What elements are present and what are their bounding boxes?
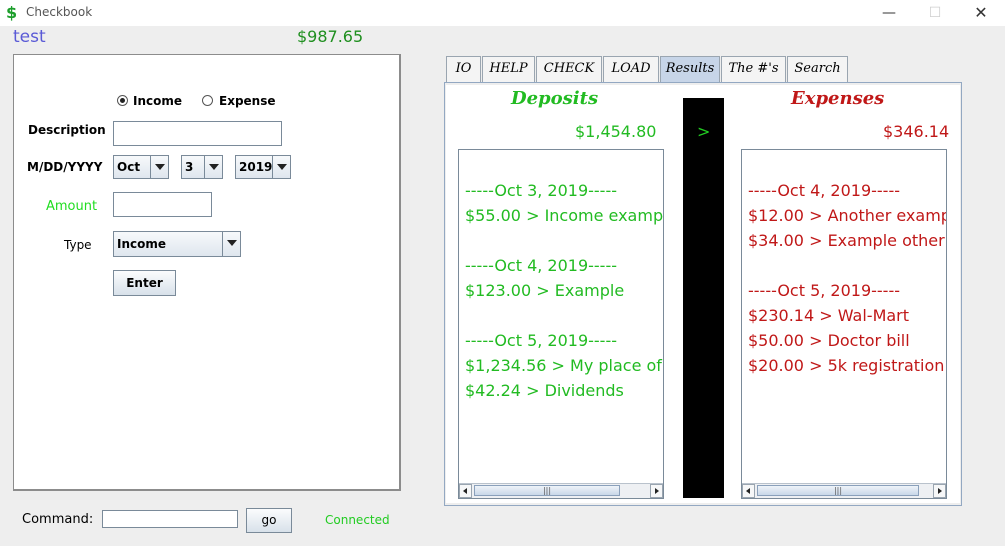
tab-results[interactable]: Results [660,56,720,82]
expenses-list[interactable]: -----Oct 4, 2019----- $12.00 > Another e… [741,149,947,499]
balance-value: $987.65 [297,27,364,46]
income-radio-label: Income [133,94,183,108]
command-input[interactable] [102,510,238,528]
minimize-button[interactable]: — [866,0,912,26]
expenses-list-content: -----Oct 4, 2019----- $12.00 > Another e… [748,181,946,375]
amount-field[interactable] [113,192,212,217]
chevron-down-icon [204,156,222,178]
expenses-title: Expenses [791,88,885,109]
day-value: 3 [185,160,194,174]
scroll-right-icon[interactable] [650,484,663,498]
tab-load[interactable]: LOAD [603,56,659,82]
enter-button[interactable]: Enter [113,270,176,296]
user-name: test [13,27,46,47]
entry-form-panel [13,54,401,491]
income-radio[interactable] [117,95,128,106]
connection-status: Connected [325,513,390,527]
month-select[interactable]: Oct [113,155,169,179]
scroll-right-icon[interactable] [933,484,946,498]
expense-radio[interactable] [202,95,213,106]
tab-io[interactable]: IO [446,56,481,82]
transfer-arrow: > [697,122,711,141]
scroll-thumb[interactable]: ||| [757,485,919,496]
amount-label: Amount [46,199,98,214]
month-value: Oct [117,160,141,174]
chevron-down-icon [150,156,168,178]
type-value: Income [117,237,167,251]
chevron-down-icon [272,156,290,178]
deposits-list-content: -----Oct 3, 2019----- $55.00 > Income ex… [465,181,664,400]
go-button[interactable]: go [246,508,292,533]
expense-radio-label: Expense [219,94,276,108]
deposits-horizontal-scrollbar[interactable]: ||| [459,483,663,498]
command-label: Command: [22,512,94,527]
description-label: Description [28,123,106,137]
year-value: 2019 [239,160,273,174]
close-button[interactable]: ✕ [958,0,1004,26]
maximize-button[interactable]: ☐ [912,0,958,26]
title-bar [0,0,1005,26]
tab-the-numbers[interactable]: The #'s [721,56,786,82]
scroll-left-icon[interactable] [742,484,755,498]
dollar-sign-icon: $ [6,3,18,22]
deposits-total: $1,454.80 [575,122,657,141]
scroll-left-icon[interactable] [459,484,472,498]
year-select[interactable]: 2019 [235,155,291,179]
expenses-total: $346.14 [883,122,950,141]
tab-help[interactable]: HELP [482,56,535,82]
date-format-label: M/DD/YYYY [27,160,103,174]
scroll-thumb[interactable]: ||| [474,485,620,496]
day-select[interactable]: 3 [181,155,223,179]
tab-search[interactable]: Search [787,56,848,82]
description-field[interactable] [113,121,282,146]
deposits-list[interactable]: -----Oct 3, 2019----- $55.00 > Income ex… [458,149,664,499]
tab-check[interactable]: CHECK [536,56,602,82]
type-select[interactable]: Income [113,231,241,257]
type-label: Type [64,238,92,252]
chevron-down-icon [222,232,240,256]
expenses-horizontal-scrollbar[interactable]: ||| [742,483,946,498]
center-divider [683,98,724,498]
window-title: Checkbook [26,5,93,19]
deposits-title: Deposits [511,88,599,109]
